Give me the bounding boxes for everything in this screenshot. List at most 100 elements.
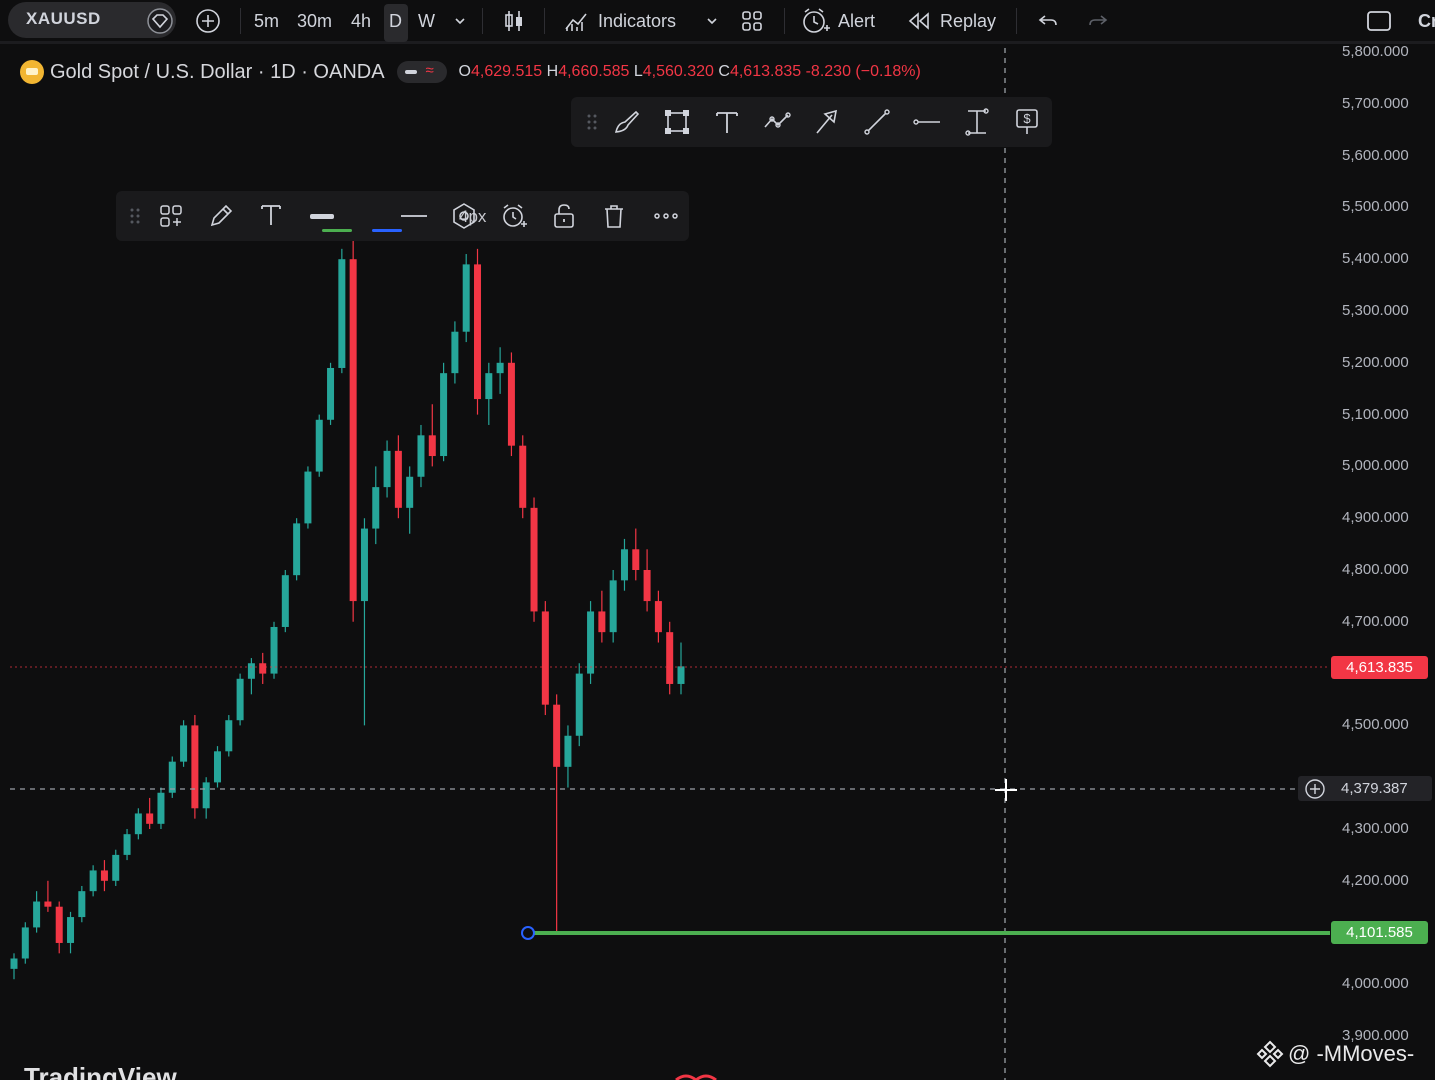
more-options-icon[interactable]: [651, 201, 681, 231]
horizontal-ray-anchor[interactable]: [521, 926, 535, 940]
candle-body: [157, 792, 165, 824]
candle-body: [123, 834, 131, 855]
candle-body: [259, 663, 267, 674]
candle-body: [180, 725, 188, 762]
price-axis-label: 4,700.000: [1342, 612, 1409, 630]
line-width-icon[interactable]: [308, 201, 338, 231]
legend-title: Gold Spot / U.S. Dollar · 1D · OANDA: [50, 60, 385, 83]
crosshair-price-value: 4,379.387: [1341, 780, 1408, 797]
interval-30m[interactable]: 30m: [297, 0, 332, 42]
text-color-icon[interactable]: [256, 201, 286, 231]
candle-body: [666, 632, 674, 684]
fullscreen-square-icon[interactable]: [1365, 0, 1393, 42]
interval-5m[interactable]: 5m: [254, 0, 279, 42]
candle-body: [474, 264, 482, 400]
replay-button[interactable]: Replay: [906, 0, 996, 42]
text-tool-icon[interactable]: [712, 107, 742, 137]
interval-w[interactable]: W: [418, 0, 435, 42]
candle-body: [575, 673, 583, 736]
gold-coin-icon: [20, 60, 44, 84]
top-toolbar: XAUUSD 5m 30m 4h D W Indicators Alert Re…: [0, 0, 1435, 44]
candle-body: [327, 367, 335, 420]
toolbar-separator: [544, 8, 545, 34]
price-chart[interactable]: [0, 0, 1435, 1080]
path-tool-icon[interactable]: [762, 107, 792, 137]
interval-dropdown-chevron-icon[interactable]: [452, 0, 468, 42]
candle-body: [485, 373, 493, 400]
high-key: H: [546, 63, 559, 80]
drag-handle-icon[interactable]: [120, 201, 140, 231]
candle-body: [315, 419, 323, 472]
crosshair-cursor: [995, 779, 1017, 801]
alert-button[interactable]: Alert: [800, 0, 875, 42]
add-plus-icon[interactable]: [1304, 778, 1326, 800]
candle-body: [78, 891, 86, 918]
candle-body: [394, 450, 402, 508]
layouts-grid-icon[interactable]: [738, 0, 766, 42]
toolbar-separator: [482, 8, 483, 34]
text-color-swatch: [372, 229, 402, 232]
candle-body: [168, 761, 176, 793]
candle-body: [338, 259, 346, 368]
candle-body: [440, 373, 448, 457]
replay-label: Replay: [940, 10, 997, 31]
candle-body: [507, 362, 515, 446]
trend-line-tool-icon[interactable]: [862, 107, 892, 137]
close-value: 4,613.835: [729, 63, 802, 80]
settings-gear-icon[interactable]: [449, 201, 479, 231]
close-key: C: [718, 63, 730, 80]
open-value: 4,629.515: [471, 63, 543, 80]
arrow-tool-icon[interactable]: [812, 107, 842, 137]
chart-type-candles-icon[interactable]: [500, 0, 528, 42]
rectangle-tool-icon[interactable]: [662, 107, 692, 137]
candle-body: [530, 507, 538, 612]
candle-body: [360, 528, 368, 602]
compare-add-icon[interactable]: [194, 0, 222, 42]
price-axis-label: 5,700.000: [1342, 94, 1409, 112]
candle-body: [67, 917, 75, 943]
price-axis-label: 5,100.000: [1342, 405, 1409, 423]
undo-icon[interactable]: [1036, 0, 1060, 42]
line-style-icon[interactable]: [399, 201, 429, 231]
candle-body: [100, 870, 108, 881]
indicators-dropdown-chevron-icon[interactable]: [704, 0, 720, 42]
templates-icon[interactable]: [156, 201, 186, 231]
interval-4h[interactable]: 4h: [351, 0, 371, 42]
candles-group: [10, 233, 685, 980]
candle-body: [654, 601, 662, 633]
horizontal-ray-tool-icon[interactable]: [912, 107, 942, 137]
brush-tool-icon[interactable]: [612, 107, 642, 137]
low-key: L: [633, 63, 643, 80]
candle-body: [293, 523, 301, 576]
legend-visibility-pill[interactable]: ≈: [396, 61, 447, 83]
indicators-button[interactable]: Indicators: [562, 0, 676, 42]
line-color-pencil-icon[interactable]: [206, 201, 236, 231]
price-range-tool-icon[interactable]: [962, 107, 992, 137]
price-axis-label: 5,000.000: [1342, 457, 1409, 475]
candle-body: [564, 735, 572, 767]
candle-body: [553, 704, 561, 767]
toolbar-separator: [240, 8, 241, 34]
candle-body: [609, 580, 617, 633]
candle-body: [21, 927, 29, 959]
symbol-label: XAUUSD: [26, 9, 101, 28]
drag-handle-icon[interactable]: [577, 107, 597, 137]
tradingview-brand-mark-hint: [675, 1074, 717, 1080]
candle-body: [134, 813, 142, 835]
replay-rewind-icon: [908, 12, 929, 30]
candle-body: [598, 611, 606, 633]
candle-body: [146, 813, 154, 824]
candle-body: [89, 870, 97, 892]
create-button-cut[interactable]: Cr: [1418, 0, 1435, 42]
redo-icon[interactable]: [1086, 0, 1110, 42]
candle-body: [112, 854, 120, 881]
lock-icon[interactable]: [549, 201, 579, 231]
symbol-badge-icon[interactable]: [146, 0, 174, 42]
candle-body: [383, 450, 391, 488]
interval-d[interactable]: D: [389, 0, 402, 42]
add-alert-icon[interactable]: [499, 201, 529, 231]
delete-trash-icon[interactable]: [599, 201, 629, 231]
candle-body: [632, 549, 640, 570]
price-label-tool-icon[interactable]: $: [1012, 107, 1042, 137]
candle-body: [519, 445, 527, 508]
